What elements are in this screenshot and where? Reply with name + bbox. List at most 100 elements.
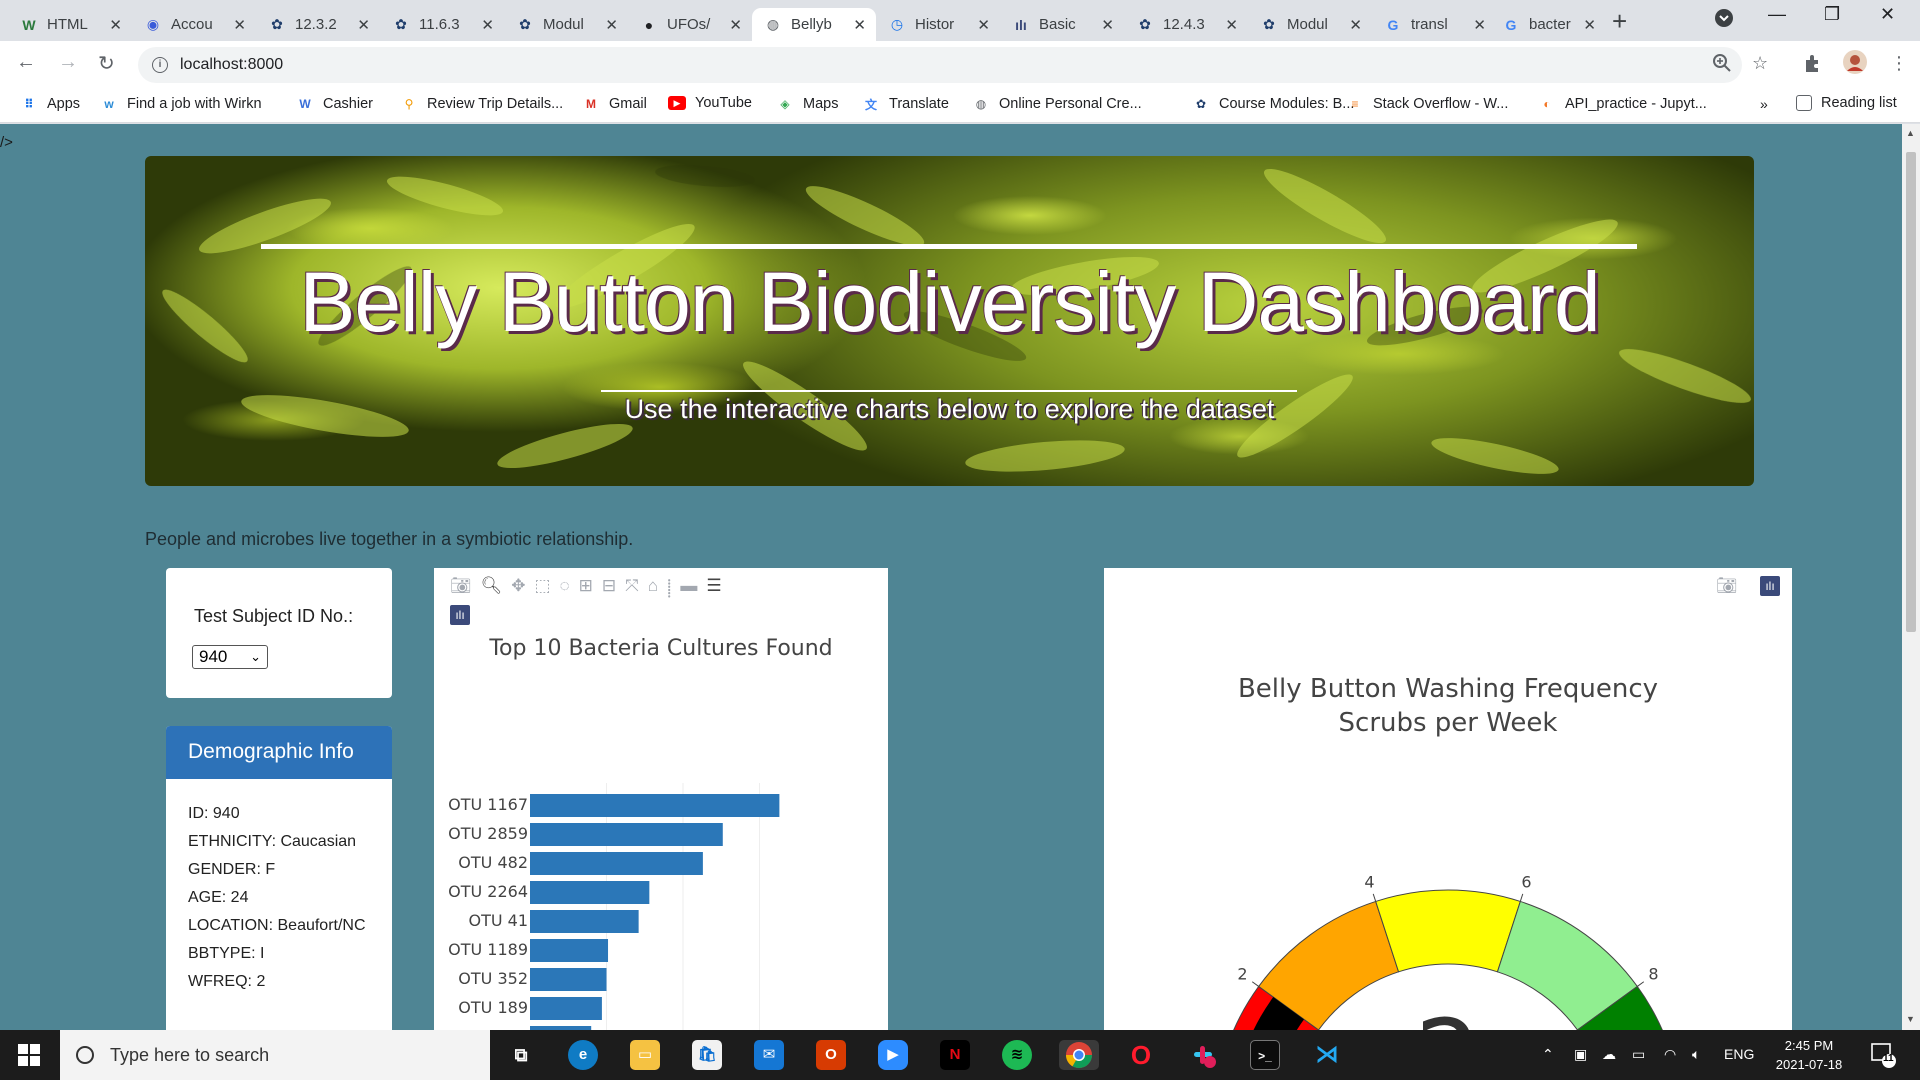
close-window-icon[interactable]: ✕ (1880, 4, 1895, 25)
bookmark-star-icon[interactable]: ☆ (1752, 53, 1768, 74)
browser-tab[interactable]: ✿ 12.3.2 ✕ (256, 8, 380, 41)
opera-icon[interactable]: O (1126, 1040, 1156, 1070)
browser-tab[interactable]: Gtransl ✕ (1372, 8, 1496, 41)
close-tab-icon[interactable]: ✕ (729, 16, 742, 34)
reload-icon[interactable]: ↻ (98, 51, 115, 76)
bar-mark[interactable] (530, 794, 780, 817)
bookmark-item[interactable]: ≡ Stack Overflow - W... (1346, 95, 1508, 113)
vscode-icon[interactable]: ⋊ (1312, 1040, 1342, 1070)
browser-tab[interactable]: ◍ Bellyb ✕ (752, 8, 876, 41)
volume-icon[interactable]: 🔈︎ (1692, 1046, 1700, 1063)
terminal-icon[interactable]: >_ (1250, 1040, 1280, 1070)
tray-chevron-icon[interactable]: ⌃ (1542, 1046, 1554, 1063)
browser-tab[interactable]: W HTML ✕ (8, 8, 132, 41)
bookmarks-overflow-icon[interactable]: » (1760, 96, 1768, 112)
taskbar-search-box[interactable]: Type here to search (60, 1030, 490, 1080)
language-indicator[interactable]: ENG (1724, 1046, 1754, 1062)
reading-list-button[interactable]: Reading list (1796, 95, 1897, 111)
site-info-icon[interactable]: i (152, 57, 168, 73)
new-tab-button[interactable]: + (1612, 6, 1627, 37)
onedrive-icon[interactable]: ☁ (1602, 1046, 1616, 1063)
bookmark-item[interactable]: ◐ API_practice - Jupyt... (1538, 95, 1706, 113)
minimize-icon[interactable]: — (1768, 4, 1786, 25)
page-scrollbar[interactable]: ▲ ▼ (1902, 124, 1920, 1030)
bookmark-label: Apps (47, 96, 81, 112)
bar-mark[interactable] (530, 910, 639, 933)
browser-menu-icon[interactable]: ⋮ (1890, 53, 1908, 74)
close-tab-icon[interactable]: ✕ (1473, 16, 1486, 34)
wifi-icon[interactable]: ◠ (1664, 1046, 1676, 1063)
browser-tab[interactable]: ✿ Modul ✕ (504, 8, 628, 41)
close-tab-icon[interactable]: ✕ (605, 16, 618, 34)
bookmark-item[interactable]: W Cashier (296, 95, 373, 113)
slack-icon[interactable] (1188, 1040, 1218, 1070)
store-icon[interactable]: 🛍︎ (692, 1040, 722, 1070)
scroll-up-icon[interactable]: ▲ (1906, 128, 1915, 138)
close-tab-icon[interactable]: ✕ (1101, 16, 1114, 34)
browser-tab[interactable]: Gbacter ✕ (1490, 8, 1606, 41)
browser-tab[interactable]: ✿ Modul ✕ (1248, 8, 1372, 41)
meet-now-icon[interactable]: ▣ (1574, 1046, 1587, 1063)
browser-tab[interactable]: ● UFOs/ ✕ (628, 8, 752, 41)
tab-title: Basic (1039, 16, 1076, 33)
file-explorer-icon[interactable]: ▭ (630, 1040, 660, 1070)
scroll-thumb[interactable] (1906, 152, 1916, 632)
close-tab-icon[interactable]: ✕ (1583, 16, 1596, 34)
demographic-panel: Demographic Info ID: 940 ETHNICITY: Cauca… (166, 726, 392, 1030)
forward-icon[interactable]: → (58, 51, 78, 74)
close-tab-icon[interactable]: ✕ (853, 16, 866, 34)
close-tab-icon[interactable]: ✕ (977, 16, 990, 34)
battery-icon[interactable]: ▭ (1632, 1046, 1645, 1063)
close-tab-icon[interactable]: ✕ (233, 16, 246, 34)
spotify-icon[interactable]: ≋ (1002, 1040, 1032, 1070)
bar-mark[interactable] (530, 852, 703, 875)
bar-mark[interactable] (530, 997, 602, 1020)
bar-mark[interactable] (530, 823, 723, 846)
tab-search-icon[interactable] (1714, 8, 1734, 33)
bookmark-item[interactable]: ◍ Online Personal Cre... (972, 95, 1142, 113)
bar-mark[interactable] (530, 881, 650, 904)
back-icon[interactable]: ← (16, 51, 36, 74)
close-tab-icon[interactable]: ✕ (1225, 16, 1238, 34)
subject-id-select[interactable]: 940 ⌄ (192, 645, 268, 669)
mail-icon[interactable]: ✉ (754, 1040, 784, 1070)
bookmark-item[interactable]: w Find a job with Wirkn (100, 95, 261, 113)
extensions-icon[interactable] (1802, 53, 1822, 78)
close-tab-icon[interactable]: ✕ (481, 16, 494, 34)
address-bar[interactable]: i localhost:8000 (138, 47, 1742, 83)
zoom-icon[interactable] (1712, 53, 1732, 78)
bookmark-item[interactable]: ⚲ Review Trip Details... (400, 95, 564, 113)
windows-start-icon[interactable] (18, 1044, 40, 1066)
browser-tab[interactable]: ◷ Histor ✕ (876, 8, 1000, 41)
office-icon[interactable]: O (816, 1040, 846, 1070)
bar-mark[interactable] (530, 968, 607, 991)
bookmark-item[interactable]: M Gmail (582, 95, 647, 113)
close-tab-icon[interactable]: ✕ (357, 16, 370, 34)
bar-mark[interactable] (530, 939, 609, 962)
browser-tab[interactable]: ◉ Accou ✕ (132, 8, 256, 41)
bookmark-item[interactable]: ✿ Course Modules: B... (1192, 95, 1354, 113)
profile-avatar[interactable] (1842, 49, 1868, 80)
bookmark-item[interactable]: ⠿ Apps (20, 95, 80, 113)
restore-icon[interactable]: ❐ (1824, 4, 1840, 25)
youtube-icon: ▶ (668, 96, 686, 110)
bookmark-item[interactable]: ◈ Maps (776, 95, 838, 113)
bookmark-item[interactable]: 文 Translate (862, 95, 949, 113)
module-icon: ✿ (519, 16, 531, 32)
tab-title: bacter (1529, 16, 1571, 33)
close-tab-icon[interactable]: ✕ (109, 16, 122, 34)
zoom-app-icon[interactable]: ▶ (878, 1040, 908, 1070)
edge-icon[interactable]: e (568, 1040, 598, 1070)
close-tab-icon[interactable]: ✕ (1349, 16, 1362, 34)
browser-tab[interactable]: ılı Basic ✕ (1000, 8, 1124, 41)
browser-tab[interactable]: ✿ 12.4.3 ✕ (1124, 8, 1248, 41)
bookmark-item[interactable]: ▶ YouTube (668, 95, 752, 111)
scroll-down-icon[interactable]: ▼ (1906, 1014, 1915, 1024)
taskbar-clock[interactable]: 2:45 PM 2021-07-18 (1770, 1036, 1848, 1074)
task-view-icon[interactable]: ⧉ (506, 1040, 536, 1070)
notification-center-icon[interactable]: 11 (1870, 1042, 1896, 1071)
netflix-icon[interactable]: N (940, 1040, 970, 1070)
chrome-icon[interactable] (1059, 1040, 1099, 1070)
url-text: localhost:8000 (180, 56, 284, 73)
browser-tab[interactable]: ✿ 11.6.3 ✕ (380, 8, 504, 41)
